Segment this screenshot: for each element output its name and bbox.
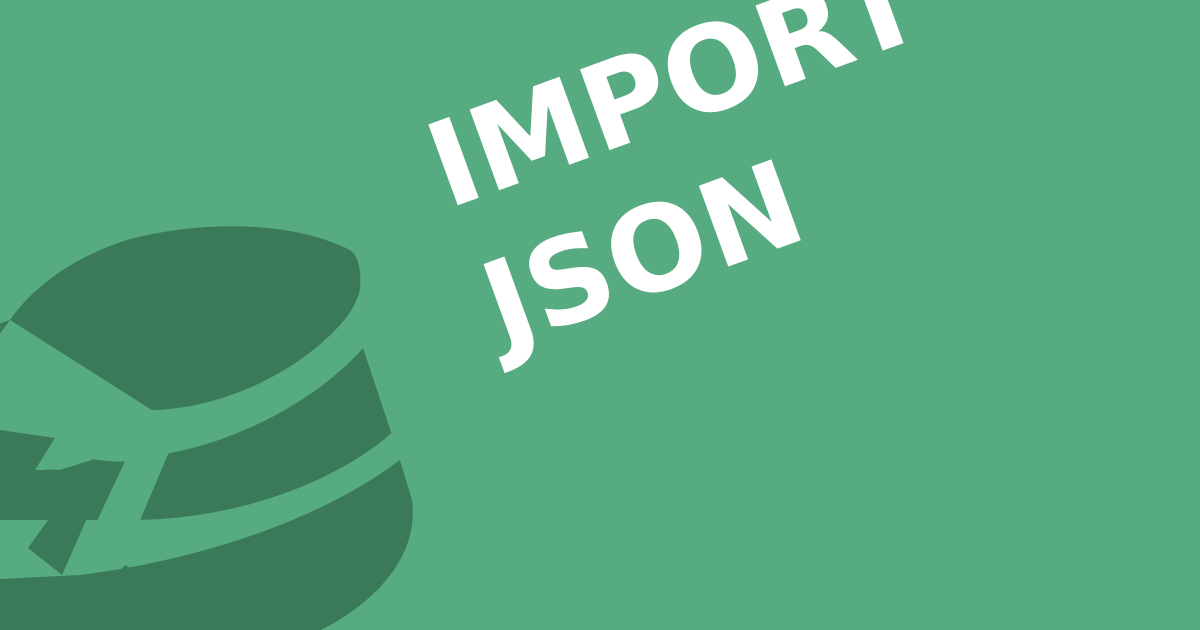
banner: IMPORT JSON — [0, 0, 1200, 630]
